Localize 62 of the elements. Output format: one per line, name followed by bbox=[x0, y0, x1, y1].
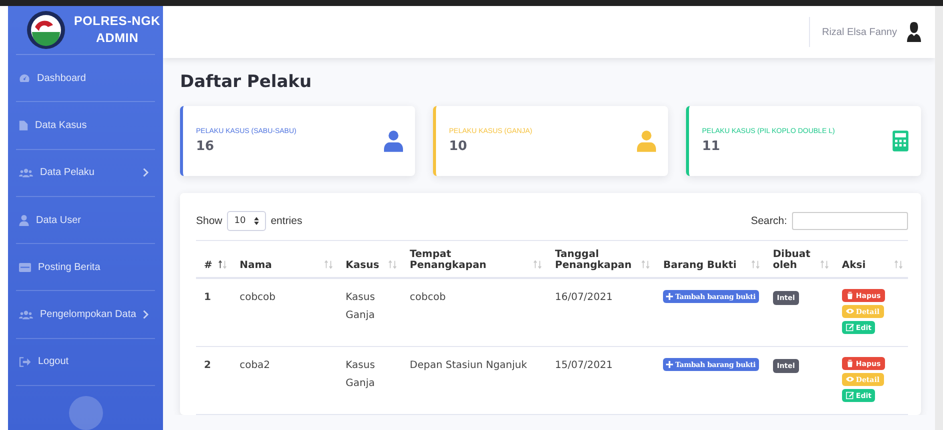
sidebar-item[interactable]: Posting Berita bbox=[16, 244, 155, 292]
sort-icon[interactable] bbox=[218, 260, 227, 271]
chevron-icon bbox=[143, 168, 149, 178]
plus-icon bbox=[666, 361, 674, 368]
eye-icon bbox=[846, 375, 854, 384]
page-title: Daftar Pelaku bbox=[180, 72, 313, 92]
entries-select[interactable]: 10 bbox=[227, 211, 266, 231]
eye-icon bbox=[846, 307, 854, 316]
gauge-icon bbox=[19, 72, 30, 84]
brand-title: POLRES-NGK ADMIN bbox=[74, 13, 160, 48]
file-icon bbox=[19, 120, 28, 132]
user-icon bbox=[384, 130, 403, 152]
table-cell: 1 bbox=[196, 278, 232, 346]
column-header[interactable]: Nama bbox=[240, 260, 272, 271]
sidebar-toggle-button[interactable] bbox=[68, 396, 102, 430]
search-field[interactable] bbox=[792, 212, 908, 230]
stat-value: 10 bbox=[449, 139, 468, 154]
column-header[interactable]: Dibuat oleh bbox=[772, 249, 816, 271]
trash-icon bbox=[846, 291, 854, 300]
column-header[interactable]: Tempat Penangkapan bbox=[410, 249, 529, 271]
logo-drawing bbox=[26, 10, 66, 50]
table-cell: 15/07/2021 bbox=[546, 346, 656, 414]
table-cell: Kasus Ganja bbox=[338, 346, 402, 414]
table-cell: 2 bbox=[196, 346, 232, 414]
column-header[interactable]: # bbox=[204, 260, 212, 271]
column-header[interactable]: Tanggal Penangkapan bbox=[554, 249, 638, 271]
users-icon bbox=[19, 168, 33, 178]
table-cell: Depan Stasiun Nganjuk bbox=[402, 346, 547, 414]
updown-caret-icon bbox=[254, 217, 259, 225]
sidebar-item[interactable]: Pengelompokan Data bbox=[16, 291, 155, 339]
sidebar-item[interactable]: Dashboard bbox=[16, 55, 155, 102]
users-icon bbox=[19, 310, 33, 320]
table-cell: 16/07/2021 bbox=[546, 278, 656, 346]
trash-icon bbox=[846, 359, 854, 368]
sidebar-item[interactable]: Data User bbox=[16, 196, 155, 244]
stat-value: 11 bbox=[702, 139, 722, 154]
sidebar-item[interactable]: Data Pelaku bbox=[16, 150, 155, 197]
table-cell: coba2 bbox=[232, 346, 338, 414]
sidebar-item[interactable]: Logout bbox=[16, 338, 155, 386]
chevron-icon bbox=[143, 310, 149, 320]
plus-icon bbox=[666, 293, 674, 300]
column-header[interactable]: Aksi bbox=[842, 260, 866, 271]
column-header[interactable]: Barang Bukti bbox=[663, 260, 737, 271]
scrollbar[interactable] bbox=[935, 6, 943, 430]
user-icon bbox=[19, 214, 29, 226]
edit-icon bbox=[846, 391, 854, 400]
table-cell: Kasus Ganja bbox=[338, 278, 402, 346]
calculator-icon bbox=[892, 130, 909, 152]
logout-icon bbox=[19, 356, 31, 367]
card-icon bbox=[19, 262, 31, 272]
search-label: Search: bbox=[750, 215, 787, 227]
table-cell: cobcob bbox=[232, 278, 338, 346]
stat-value: 16 bbox=[196, 139, 216, 154]
show-label: Show bbox=[196, 215, 222, 227]
sidebar-item[interactable]: Data Kasus bbox=[16, 102, 155, 150]
user-avatar-icon bbox=[907, 22, 921, 42]
column-header[interactable]: Kasus bbox=[346, 260, 380, 271]
table-cell: cobcob bbox=[402, 278, 547, 346]
edit-icon bbox=[846, 323, 854, 332]
user-name: Rizal Elsa Fanny bbox=[822, 26, 897, 38]
user-icon bbox=[637, 130, 656, 152]
entries-label: entries bbox=[270, 215, 302, 227]
